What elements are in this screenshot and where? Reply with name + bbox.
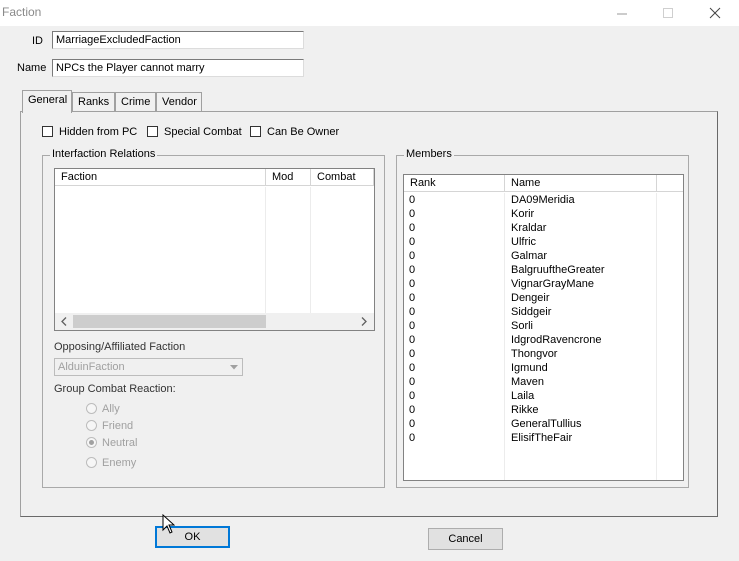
member-rank[interactable]: 0 — [409, 236, 415, 250]
tab-general[interactable]: General — [22, 90, 72, 113]
member-name[interactable]: Dengeir — [511, 292, 550, 306]
members-list-header: Rank Name — [404, 175, 683, 192]
tab-crime[interactable]: Crime — [115, 92, 156, 112]
enemy-radio[interactable] — [86, 457, 97, 468]
scroll-right-button[interactable] — [358, 315, 370, 328]
member-name[interactable]: VignarGrayMane — [511, 278, 594, 292]
name-label: Name — [17, 62, 47, 74]
member-rank[interactable]: 0 — [409, 432, 415, 446]
member-name[interactable]: ElisifTheFair — [511, 432, 572, 446]
member-rank[interactable]: 0 — [409, 320, 415, 334]
can-be-owner-label: Can Be Owner — [267, 126, 340, 138]
member-name[interactable]: Maven — [511, 376, 544, 390]
members-group: Members Rank Name 0 DA09Meridia 0 Korir 0 Kra… — [396, 148, 689, 488]
dropdown-button[interactable] — [226, 359, 242, 375]
scroll-left-button[interactable] — [58, 315, 70, 328]
column-rank[interactable]: Rank — [404, 175, 505, 191]
member-name[interactable]: DA09Meridia — [511, 194, 575, 208]
member-name[interactable]: Kraldar — [511, 222, 546, 236]
member-name[interactable]: Galmar — [511, 250, 547, 264]
members-list[interactable]: Rank Name 0 DA09Meridia 0 Korir 0 Kraldar 0 Ulf… — [403, 174, 684, 481]
interfaction-list[interactable]: Faction Mod Combat — [54, 168, 375, 331]
member-name[interactable]: IdgrodRavencrone — [511, 334, 602, 348]
chevron-down-icon — [230, 364, 238, 369]
member-name[interactable]: Igmund — [511, 362, 548, 376]
member-name[interactable]: Laila — [511, 390, 534, 404]
member-rank[interactable]: 0 — [409, 418, 415, 432]
column-combat[interactable]: Combat — [311, 169, 374, 185]
maximize-icon — [662, 7, 673, 18]
opposing-faction-label: Opposing/Affiliated Faction — [54, 341, 186, 353]
opposing-faction-dropdown[interactable]: AlduinFaction — [54, 358, 243, 376]
friend-radio[interactable] — [86, 420, 97, 431]
radio-dot-icon — [89, 440, 94, 445]
column-name[interactable]: Name — [505, 175, 657, 191]
interfaction-list-header: Faction Mod Combat — [55, 169, 374, 186]
hidden-from-pc-checkbox[interactable] — [42, 126, 53, 137]
tab-vendor[interactable]: Vendor — [156, 92, 202, 112]
member-name[interactable]: Korir — [511, 208, 534, 222]
member-name[interactable]: Rikke — [511, 404, 539, 418]
ally-label: Ally — [102, 403, 120, 415]
grid-column — [55, 187, 266, 330]
general-tab-panel: Hidden from PC Special Combat Can Be Own… — [20, 111, 718, 517]
member-rank[interactable]: 0 — [409, 390, 415, 404]
member-name[interactable]: Sorli — [511, 320, 533, 334]
special-combat-label: Special Combat — [164, 126, 242, 138]
column-mod[interactable]: Mod — [266, 169, 311, 185]
id-field[interactable]: MarriageExcludedFaction — [52, 31, 304, 49]
member-rank[interactable]: 0 — [409, 250, 415, 264]
opposing-faction-value: AlduinFaction — [58, 361, 125, 373]
mouse-cursor-icon — [162, 514, 175, 534]
members-rows: 0 DA09Meridia 0 Korir 0 Kraldar 0 Ulfric 0 Galmar… — [404, 193, 683, 480]
member-rank[interactable]: 0 — [409, 362, 415, 376]
close-button[interactable] — [692, 0, 738, 26]
member-rank[interactable]: 0 — [409, 306, 415, 320]
id-label: ID — [32, 35, 43, 47]
ally-radio[interactable] — [86, 403, 97, 414]
member-rank[interactable]: 0 — [409, 292, 415, 306]
minimize-button[interactable] — [599, 0, 645, 26]
enemy-label: Enemy — [102, 457, 137, 469]
hidden-from-pc-label: Hidden from PC — [59, 126, 138, 138]
friend-label: Friend — [102, 420, 134, 432]
maximize-button[interactable] — [645, 0, 691, 26]
column-faction[interactable]: Faction — [55, 169, 266, 185]
member-rank[interactable]: 0 — [409, 208, 415, 222]
member-name[interactable]: Thongvor — [511, 348, 557, 362]
interfaction-horizontal-scrollbar[interactable] — [55, 313, 374, 330]
member-name[interactable]: Ulfric — [511, 236, 536, 250]
member-rank[interactable]: 0 — [409, 334, 415, 348]
interfaction-relations-group: Interfaction Relations Faction Mod Comba… — [42, 148, 385, 488]
member-rank[interactable]: 0 — [409, 348, 415, 362]
member-rank[interactable]: 0 — [409, 404, 415, 418]
close-icon — [709, 7, 721, 19]
tab-ranks[interactable]: Ranks — [72, 92, 115, 112]
member-name[interactable]: Siddgeir — [511, 306, 551, 320]
special-combat-checkbox[interactable] — [147, 126, 158, 137]
name-field[interactable]: NPCs the Player cannot marry — [52, 59, 304, 77]
cancel-button[interactable]: Cancel — [428, 528, 503, 550]
member-rank[interactable]: 0 — [409, 376, 415, 390]
member-name[interactable]: GeneralTullius — [511, 418, 582, 432]
grid-column — [266, 187, 311, 330]
interfaction-relations-title: Interfaction Relations — [50, 148, 158, 160]
can-be-owner-checkbox[interactable] — [250, 126, 261, 137]
member-rank[interactable]: 0 — [409, 264, 415, 278]
group-combat-reaction-label: Group Combat Reaction: — [54, 383, 176, 395]
member-rank[interactable]: 0 — [409, 222, 415, 236]
member-rank[interactable]: 0 — [409, 194, 415, 208]
members-title: Members — [404, 148, 454, 160]
scroll-thumb[interactable] — [73, 315, 266, 328]
member-name[interactable]: BalgruuftheGreater — [511, 264, 605, 278]
neutral-radio[interactable] — [86, 437, 97, 448]
chevron-right-icon — [361, 317, 367, 326]
member-rank[interactable]: 0 — [409, 278, 415, 292]
minimize-icon — [616, 13, 627, 14]
window-title: Faction — [2, 5, 42, 19]
chevron-left-icon — [61, 317, 67, 326]
title-bar: Faction — [0, 0, 739, 26]
neutral-label: Neutral — [102, 437, 138, 449]
